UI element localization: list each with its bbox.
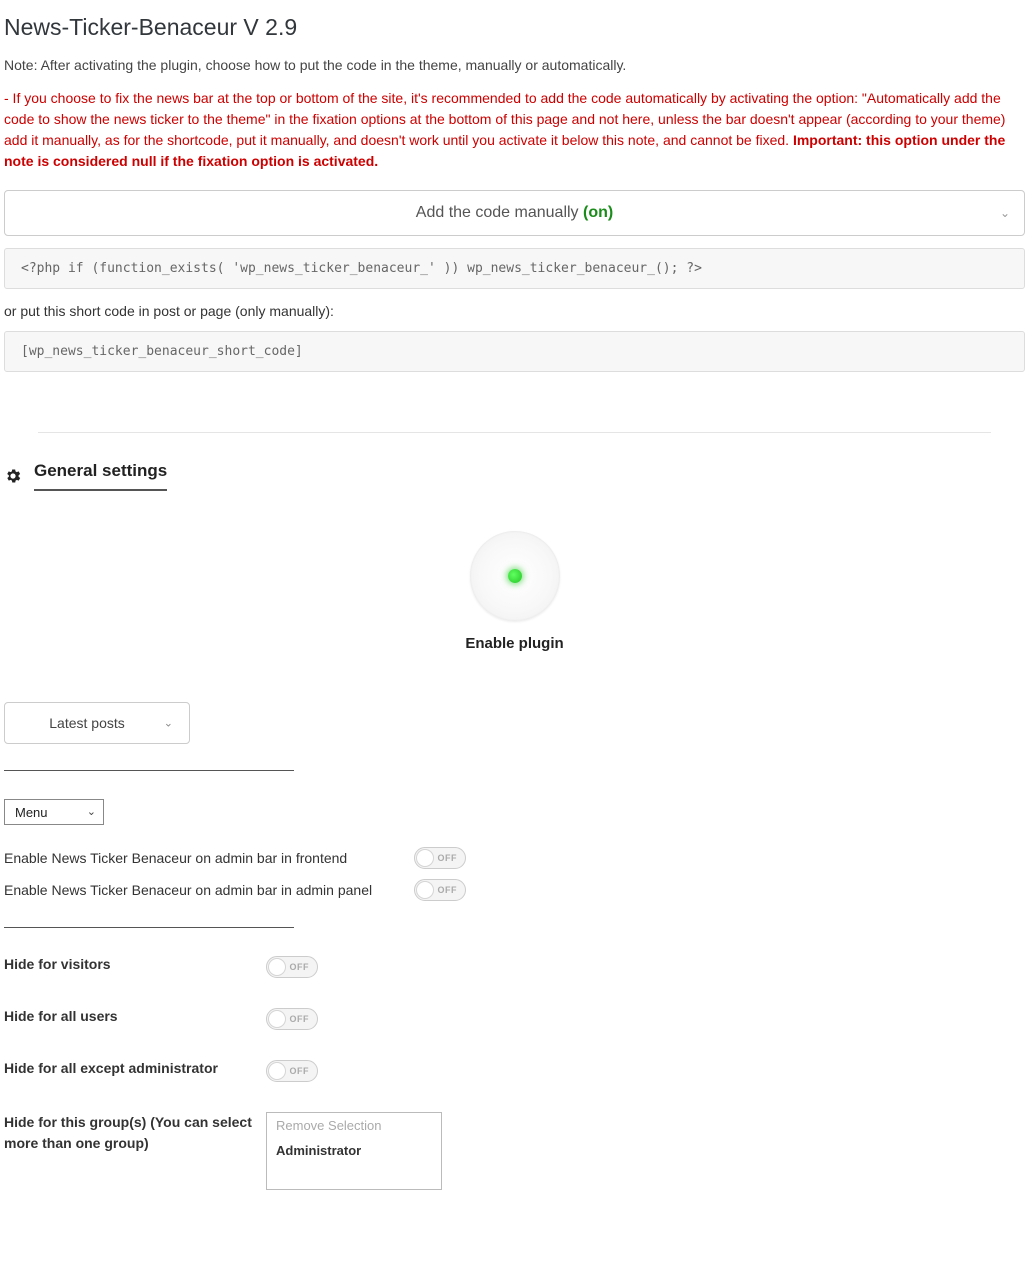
group-option-remove[interactable]: Remove Selection <box>267 1113 441 1138</box>
admin-bar-frontend-toggle[interactable]: OFF <box>414 847 466 869</box>
add-code-manually-toggle[interactable]: Add the code manually (on) ⌄ <box>4 190 1025 236</box>
enable-plugin-toggle[interactable] <box>470 531 560 621</box>
menu-select[interactable]: Menu ⌄ <box>4 799 104 825</box>
hide-except-admin-toggle[interactable]: OFF <box>266 1060 318 1082</box>
shortcode-intro: or put this short code in post or page (… <box>4 303 1025 319</box>
divider-short <box>4 770 294 771</box>
divider-short <box>4 927 294 928</box>
chevron-down-icon: ⌄ <box>164 717 173 730</box>
toggle-knob-icon <box>416 881 434 899</box>
toggle-knob-icon <box>416 849 434 867</box>
php-code-box[interactable]: <?php if (function_exists( 'wp_news_tick… <box>4 248 1025 289</box>
page-title: News-Ticker-Benaceur V 2.9 <box>4 14 1025 41</box>
warning-text: - If you choose to fix the news bar at t… <box>4 88 1025 172</box>
status-dot-icon <box>508 569 522 583</box>
select-value: Latest posts <box>49 715 125 731</box>
hide-users-toggle[interactable]: OFF <box>266 1008 318 1030</box>
hide-groups-label: Hide for this group(s) (You can select m… <box>4 1112 256 1154</box>
collapsible-label: Add the code manually <box>416 204 583 221</box>
hide-visitors-label: Hide for visitors <box>4 956 256 972</box>
toggle-state: OFF <box>438 885 458 895</box>
toggle-state: OFF <box>290 962 310 972</box>
posts-source-select[interactable]: Latest posts ⌄ <box>4 702 190 744</box>
group-option-administrator[interactable]: Administrator <box>267 1138 441 1163</box>
select-value: Menu <box>15 805 48 820</box>
shortcode-box[interactable]: [wp_news_ticker_benaceur_short_code] <box>4 331 1025 372</box>
hide-except-admin-label: Hide for all except administrator <box>4 1060 256 1076</box>
admin-bar-frontend-label: Enable News Ticker Benaceur on admin bar… <box>4 850 404 866</box>
admin-bar-panel-label: Enable News Ticker Benaceur on admin bar… <box>4 882 404 898</box>
toggle-state: OFF <box>290 1066 310 1076</box>
hide-groups-multiselect[interactable]: Remove Selection Administrator <box>266 1112 442 1190</box>
collapsible-state: (on) <box>583 204 613 221</box>
toggle-knob-icon <box>268 958 286 976</box>
admin-bar-panel-toggle[interactable]: OFF <box>414 879 466 901</box>
chevron-down-icon: ⌄ <box>87 803 96 821</box>
enable-plugin-label: Enable plugin <box>4 635 1025 652</box>
section-title-general: General settings <box>34 461 167 491</box>
toggle-knob-icon <box>268 1010 286 1028</box>
toggle-knob-icon <box>268 1062 286 1080</box>
note-text: Note: After activating the plugin, choos… <box>4 55 1025 76</box>
hide-visitors-toggle[interactable]: OFF <box>266 956 318 978</box>
gear-icon <box>4 467 22 485</box>
chevron-down-icon: ⌄ <box>1000 206 1010 220</box>
toggle-state: OFF <box>438 853 458 863</box>
toggle-state: OFF <box>290 1014 310 1024</box>
divider <box>38 432 991 433</box>
hide-users-label: Hide for all users <box>4 1008 256 1024</box>
